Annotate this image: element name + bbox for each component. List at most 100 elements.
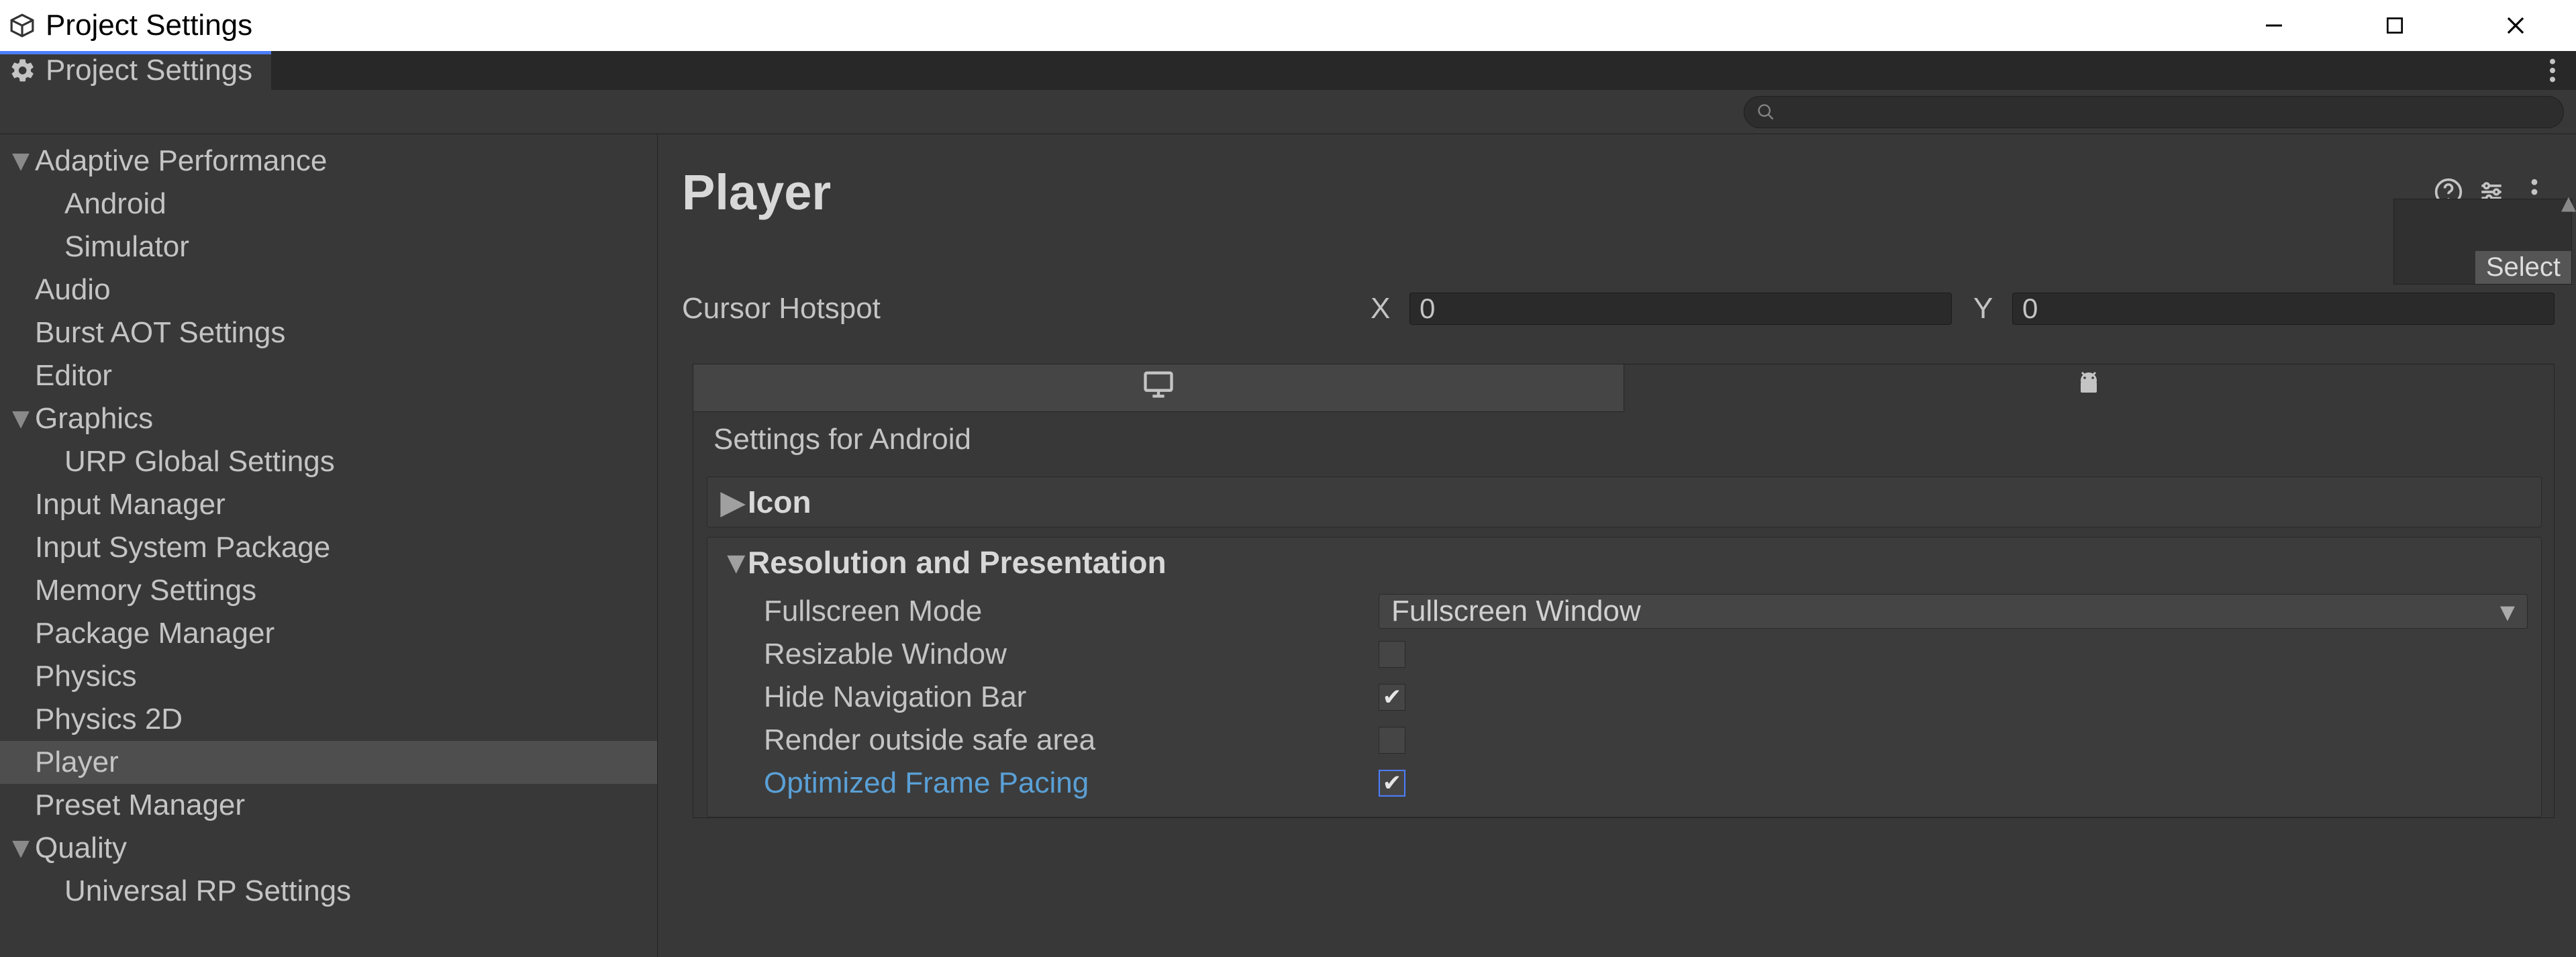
- window-title: Project Settings: [46, 9, 252, 42]
- field-label: Hide Navigation Bar: [721, 681, 1379, 714]
- sidebar-item-physics-2d[interactable]: Physics 2D: [0, 698, 657, 741]
- sidebar-item-player[interactable]: Player: [0, 741, 657, 784]
- field-optimized-frame-pacing: Optimized Frame Pacing: [721, 762, 2528, 805]
- resizable-window-checkbox[interactable]: [1379, 641, 1405, 668]
- sidebar-item-label: Simulator: [64, 230, 189, 264]
- sidebar-item-android[interactable]: Android: [0, 183, 657, 225]
- sidebar-item-label: Preset Manager: [35, 789, 245, 822]
- y-axis-label: Y: [1957, 292, 2007, 325]
- select-button[interactable]: Select: [2475, 251, 2571, 284]
- sidebar-item-editor[interactable]: Editor: [0, 354, 657, 397]
- window-minimize-button[interactable]: [2214, 0, 2334, 51]
- sidebar-item-quality[interactable]: ▼Quality: [0, 827, 657, 870]
- field-label: Fullscreen Mode: [721, 595, 1379, 628]
- os-titlebar: Project Settings: [0, 0, 2576, 51]
- group-icon: ▶ Icon: [707, 476, 2542, 527]
- sidebar-item-simulator[interactable]: Simulator: [0, 225, 657, 268]
- cursor-hotspot-x-input[interactable]: 0: [1409, 293, 1952, 325]
- field-label: Render outside safe area: [721, 723, 1379, 757]
- sidebar-item-label: Memory Settings: [35, 574, 256, 607]
- field-render-outside-safe: Render outside safe area: [721, 719, 2528, 762]
- field-label: Resizable Window: [721, 638, 1379, 671]
- sidebar-item-label: Physics: [35, 660, 137, 693]
- group-resolution-header[interactable]: ▼ Resolution and Presentation: [707, 538, 2541, 587]
- search-icon: [1756, 95, 1775, 129]
- sidebar-item-label: Burst AOT Settings: [35, 316, 285, 350]
- chevron-down-icon: ▾: [2500, 595, 2515, 629]
- tab-strip: Project Settings: [0, 51, 2576, 90]
- field-fullscreen-mode: Fullscreen Mode Fullscreen Window ▾: [721, 590, 2528, 633]
- sidebar-item-label: Graphics: [35, 402, 153, 436]
- sidebar-item-graphics[interactable]: ▼Graphics: [0, 397, 657, 440]
- sidebar-item-label: Physics 2D: [35, 703, 183, 736]
- foldout-open-icon: ▼: [721, 544, 748, 581]
- window-close-button[interactable]: [2455, 0, 2576, 51]
- platform-tab-standalone[interactable]: [693, 364, 1624, 412]
- render-outside-safe-checkbox[interactable]: [1379, 727, 1405, 754]
- x-axis-label: X: [1354, 292, 1404, 325]
- panel-header: Player: [682, 153, 2576, 231]
- cursor-hotspot-row: Cursor Hotspot X 0 Y 0: [682, 289, 2576, 329]
- cursor-hotspot-y-input[interactable]: 0: [2012, 293, 2555, 325]
- tabstrip-overflow-button[interactable]: [2536, 51, 2569, 90]
- editor-window: Project Settings ▼Adaptive Performance A…: [0, 51, 2576, 957]
- foldout-open-icon: ▼: [9, 402, 32, 436]
- foldout-open-icon: ▼: [9, 832, 32, 865]
- android-icon: [2073, 368, 2105, 408]
- hide-nav-bar-checkbox[interactable]: [1379, 684, 1405, 711]
- foldout-closed-icon: ▶: [721, 484, 748, 520]
- sidebar-item-input-system[interactable]: Input System Package: [0, 526, 657, 569]
- platform-section-title: Settings for Android: [693, 412, 2554, 467]
- settings-search-input[interactable]: [1782, 97, 2551, 126]
- sidebar-item-burst-aot[interactable]: Burst AOT Settings: [0, 311, 657, 354]
- sidebar-item-label: Universal RP Settings: [64, 874, 351, 908]
- group-title: Icon: [748, 484, 811, 520]
- sidebar-item-label: Editor: [35, 359, 112, 393]
- field-resizable-window: Resizable Window: [721, 633, 2528, 676]
- sidebar-item-memory-settings[interactable]: Memory Settings: [0, 569, 657, 612]
- field-label: Optimized Frame Pacing: [721, 766, 1379, 800]
- sidebar-item-label: Input Manager: [35, 488, 226, 521]
- sidebar-item-label: Package Manager: [35, 617, 275, 650]
- platform-tab-android[interactable]: [1624, 364, 2555, 412]
- foldout-open-icon: ▼: [9, 144, 32, 178]
- window-controls: [2214, 0, 2576, 51]
- sidebar-item-package-manager[interactable]: Package Manager: [0, 612, 657, 655]
- sidebar-item-preset-manager[interactable]: Preset Manager: [0, 784, 657, 827]
- sidebar-item-audio[interactable]: Audio: [0, 268, 657, 311]
- optimized-frame-pacing-checkbox[interactable]: [1379, 770, 1405, 797]
- group-icon-header[interactable]: ▶ Icon: [707, 477, 2541, 527]
- settings-panel: Player Select ▴ Curs: [658, 134, 2576, 957]
- sidebar-item-urp-global[interactable]: URP Global Settings: [0, 440, 657, 483]
- sidebar-item-universal-rp[interactable]: Universal RP Settings: [0, 870, 657, 913]
- sidebar-item-label: Quality: [35, 832, 127, 865]
- monitor-icon: [1141, 367, 1176, 409]
- sidebar-item-label: URP Global Settings: [64, 445, 335, 479]
- unity-cube-icon: [9, 13, 35, 38]
- gear-icon: [9, 57, 36, 84]
- sidebar-item-label: Input System Package: [35, 531, 330, 564]
- sidebar-item-label: Player: [35, 746, 119, 779]
- fullscreen-mode-dropdown[interactable]: Fullscreen Window ▾: [1379, 594, 2528, 629]
- dropdown-value: Fullscreen Window: [1391, 595, 1641, 628]
- settings-search[interactable]: [1744, 96, 2564, 128]
- sidebar-item-physics[interactable]: Physics: [0, 655, 657, 698]
- sidebar-item-label: Adaptive Performance: [35, 144, 327, 178]
- sidebar-item-label: Audio: [35, 273, 111, 307]
- default-icon-well[interactable]: Select: [2393, 199, 2572, 285]
- panel-title: Player: [682, 164, 2427, 221]
- settings-category-tree[interactable]: ▼Adaptive Performance Android Simulator …: [0, 134, 658, 957]
- sidebar-item-input-manager[interactable]: Input Manager: [0, 483, 657, 526]
- search-row: [0, 90, 2576, 134]
- platform-tabs: [693, 364, 2555, 412]
- scroll-up-icon[interactable]: ▴: [2561, 185, 2576, 219]
- tab-project-settings[interactable]: Project Settings: [0, 51, 271, 90]
- input-value: 0: [2022, 293, 2038, 325]
- sidebar-item-adaptive-performance[interactable]: ▼Adaptive Performance: [0, 140, 657, 183]
- platform-panel-android: Settings for Android ▶ Icon ▼ Resol: [693, 412, 2555, 818]
- sidebar-item-label: Android: [64, 187, 166, 221]
- window-maximize-button[interactable]: [2334, 0, 2455, 51]
- tab-label: Project Settings: [46, 54, 252, 87]
- field-hide-nav-bar: Hide Navigation Bar: [721, 676, 2528, 719]
- group-title: Resolution and Presentation: [748, 544, 1167, 581]
